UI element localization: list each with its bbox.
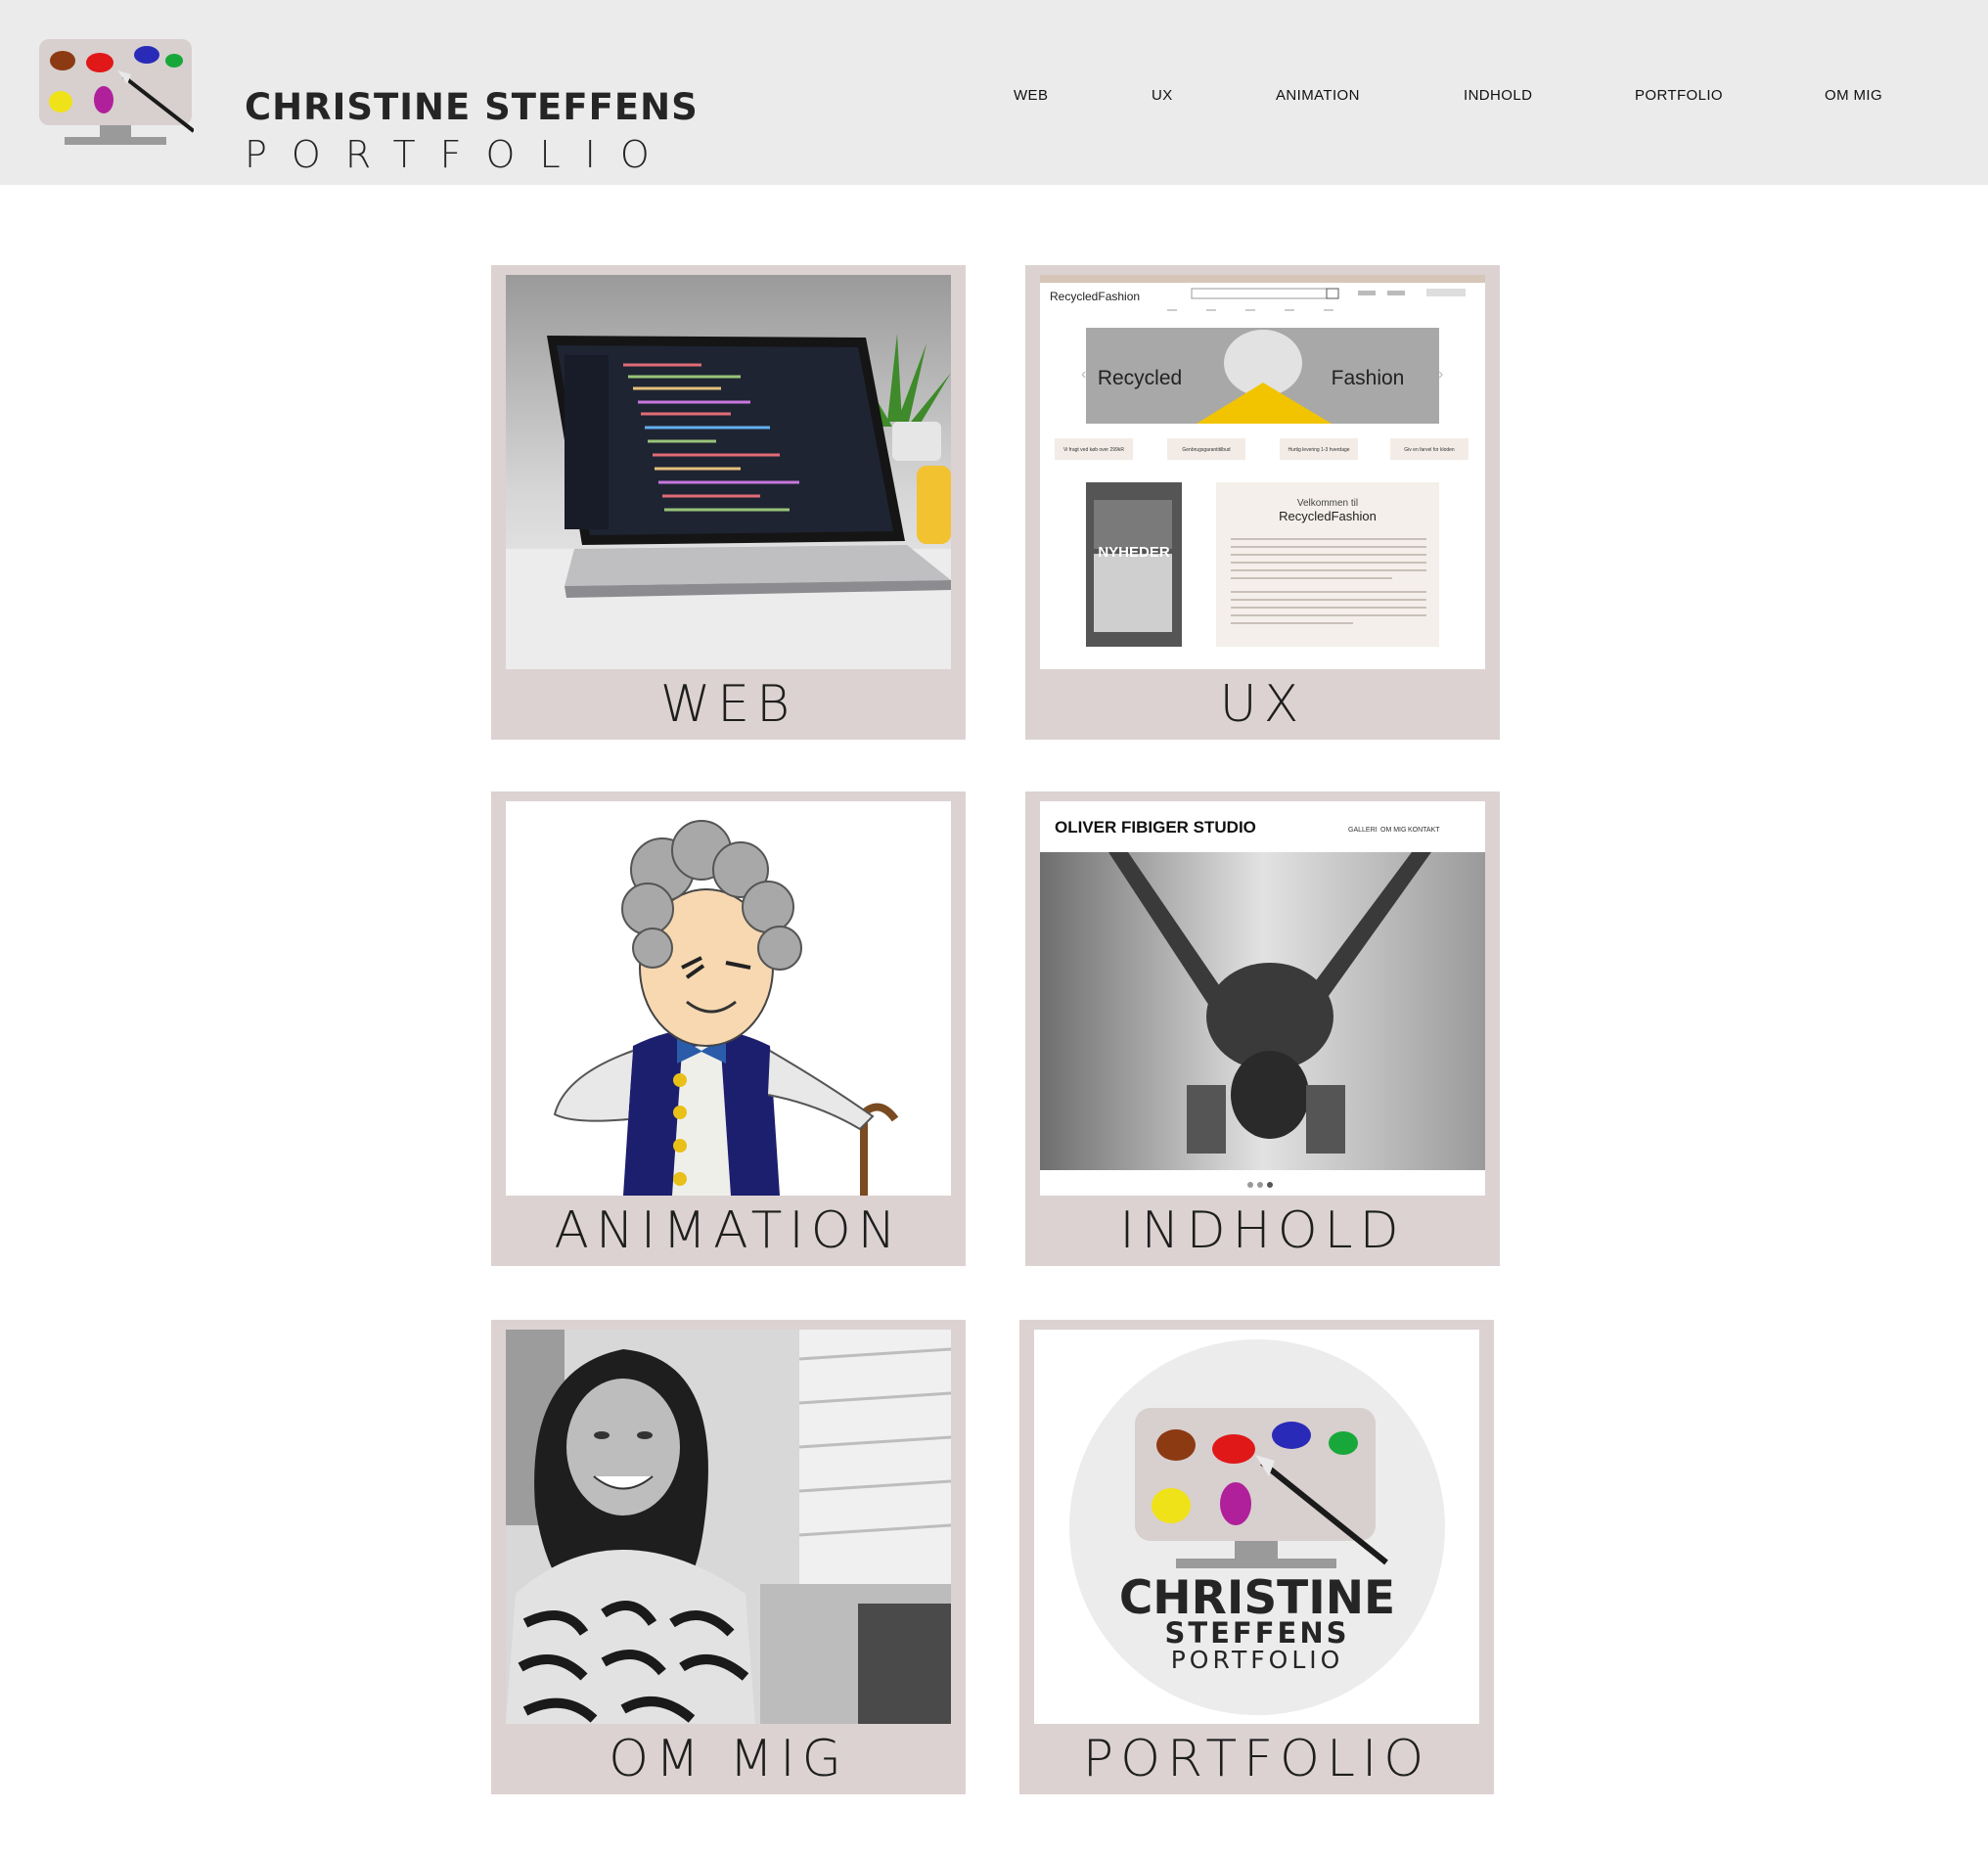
- portfolio-logo-line3: PORTFOLIO: [1171, 1646, 1344, 1674]
- ux-hero-right: Fashion: [1332, 367, 1405, 389]
- ux-welcome: Velkommen til: [1297, 498, 1358, 509]
- ux-pill-2: Genbrugsgarantitilbud: [1182, 447, 1230, 453]
- studio-link-galleri: GALLERI: [1348, 827, 1378, 834]
- cartoon-character-image: [506, 801, 951, 1196]
- card-label: WEB: [659, 675, 797, 734]
- studio-link-kontakt: KONTAKT: [1408, 827, 1440, 834]
- site-logo[interactable]: CHRISTINE STEFFENS PORTFOLIO: [37, 37, 698, 176]
- nav-portfolio[interactable]: PORTFOLIO: [1635, 87, 1723, 104]
- card-portfolio[interactable]: CHRISTINE STEFFENS PORTFOLIO PORTFOLIO: [1019, 1320, 1494, 1794]
- studio-link-om-mig: OM MIG: [1380, 827, 1406, 834]
- card-web[interactable]: WEB: [491, 265, 966, 740]
- ux-tile-label: NYHEDER: [1098, 544, 1170, 561]
- ux-prev-icon: ‹: [1081, 366, 1086, 383]
- card-animation[interactable]: ANIMATION: [491, 792, 966, 1266]
- ux-hero-left: Recycled: [1098, 367, 1182, 389]
- studio-website-mockup: OLIVER FIBIGER STUDIO GALLERI OM MIG KON…: [1040, 801, 1485, 1196]
- nav-ux[interactable]: UX: [1152, 87, 1173, 104]
- ux-brand-a: Recycled: [1050, 290, 1098, 303]
- nav-animation[interactable]: ANIMATION: [1276, 87, 1360, 104]
- nav-web[interactable]: WEB: [1014, 87, 1048, 104]
- ux-next-icon: ›: [1438, 366, 1443, 383]
- card-indhold[interactable]: OLIVER FIBIGER STUDIO GALLERI OM MIG KON…: [1025, 792, 1500, 1266]
- nav-indhold[interactable]: INDHOLD: [1464, 87, 1532, 104]
- logo-subtitle: PORTFOLIO: [245, 133, 674, 176]
- laptop-code-image: [506, 275, 951, 669]
- card-label: UX: [1219, 675, 1306, 734]
- card-om-mig[interactable]: OM MIG: [491, 1320, 966, 1794]
- card-ux[interactable]: RecycledFashion Recycled Fashion ‹ › Vi …: [1025, 265, 1500, 740]
- card-label: ANIMATION: [554, 1201, 903, 1260]
- svg-text:RecycledFashion: RecycledFashion: [1050, 290, 1140, 303]
- ux-pill-3: Hurtig levering 1-3 hverdage: [1288, 447, 1349, 453]
- card-label: INDHOLD: [1119, 1201, 1406, 1260]
- card-label: OM MIG: [609, 1730, 848, 1788]
- studio-title: OLIVER FIBIGER STUDIO: [1055, 818, 1256, 837]
- logo-title: CHRISTINE STEFFENS: [245, 86, 699, 128]
- card-label: PORTFOLIO: [1082, 1730, 1431, 1788]
- portrait-photo: [506, 1330, 951, 1724]
- ux-pill-1: Vi fragt ved køb over 299kR: [1063, 447, 1124, 453]
- ux-welcome-brand-a: Recycled: [1279, 509, 1331, 523]
- portfolio-logo-line2: STEFFENS: [1164, 1616, 1349, 1650]
- recycled-fashion-mockup: RecycledFashion Recycled Fashion ‹ › Vi …: [1040, 275, 1485, 669]
- palette-monitor-icon: [39, 39, 194, 145]
- svg-text:RecycledFashion: RecycledFashion: [1279, 509, 1377, 523]
- ux-welcome-brand-b: Fashion: [1332, 509, 1377, 523]
- site-header: CHRISTINE STEFFENS PORTFOLIO WEB UX ANIM…: [0, 0, 1988, 185]
- portfolio-logo-image: CHRISTINE STEFFENS PORTFOLIO: [1034, 1330, 1479, 1724]
- ux-brand-b: Fashion: [1098, 290, 1140, 303]
- ux-pill-4: Giv en farvel for kloden: [1404, 447, 1455, 453]
- nav-om-mig[interactable]: OM MIG: [1825, 87, 1882, 104]
